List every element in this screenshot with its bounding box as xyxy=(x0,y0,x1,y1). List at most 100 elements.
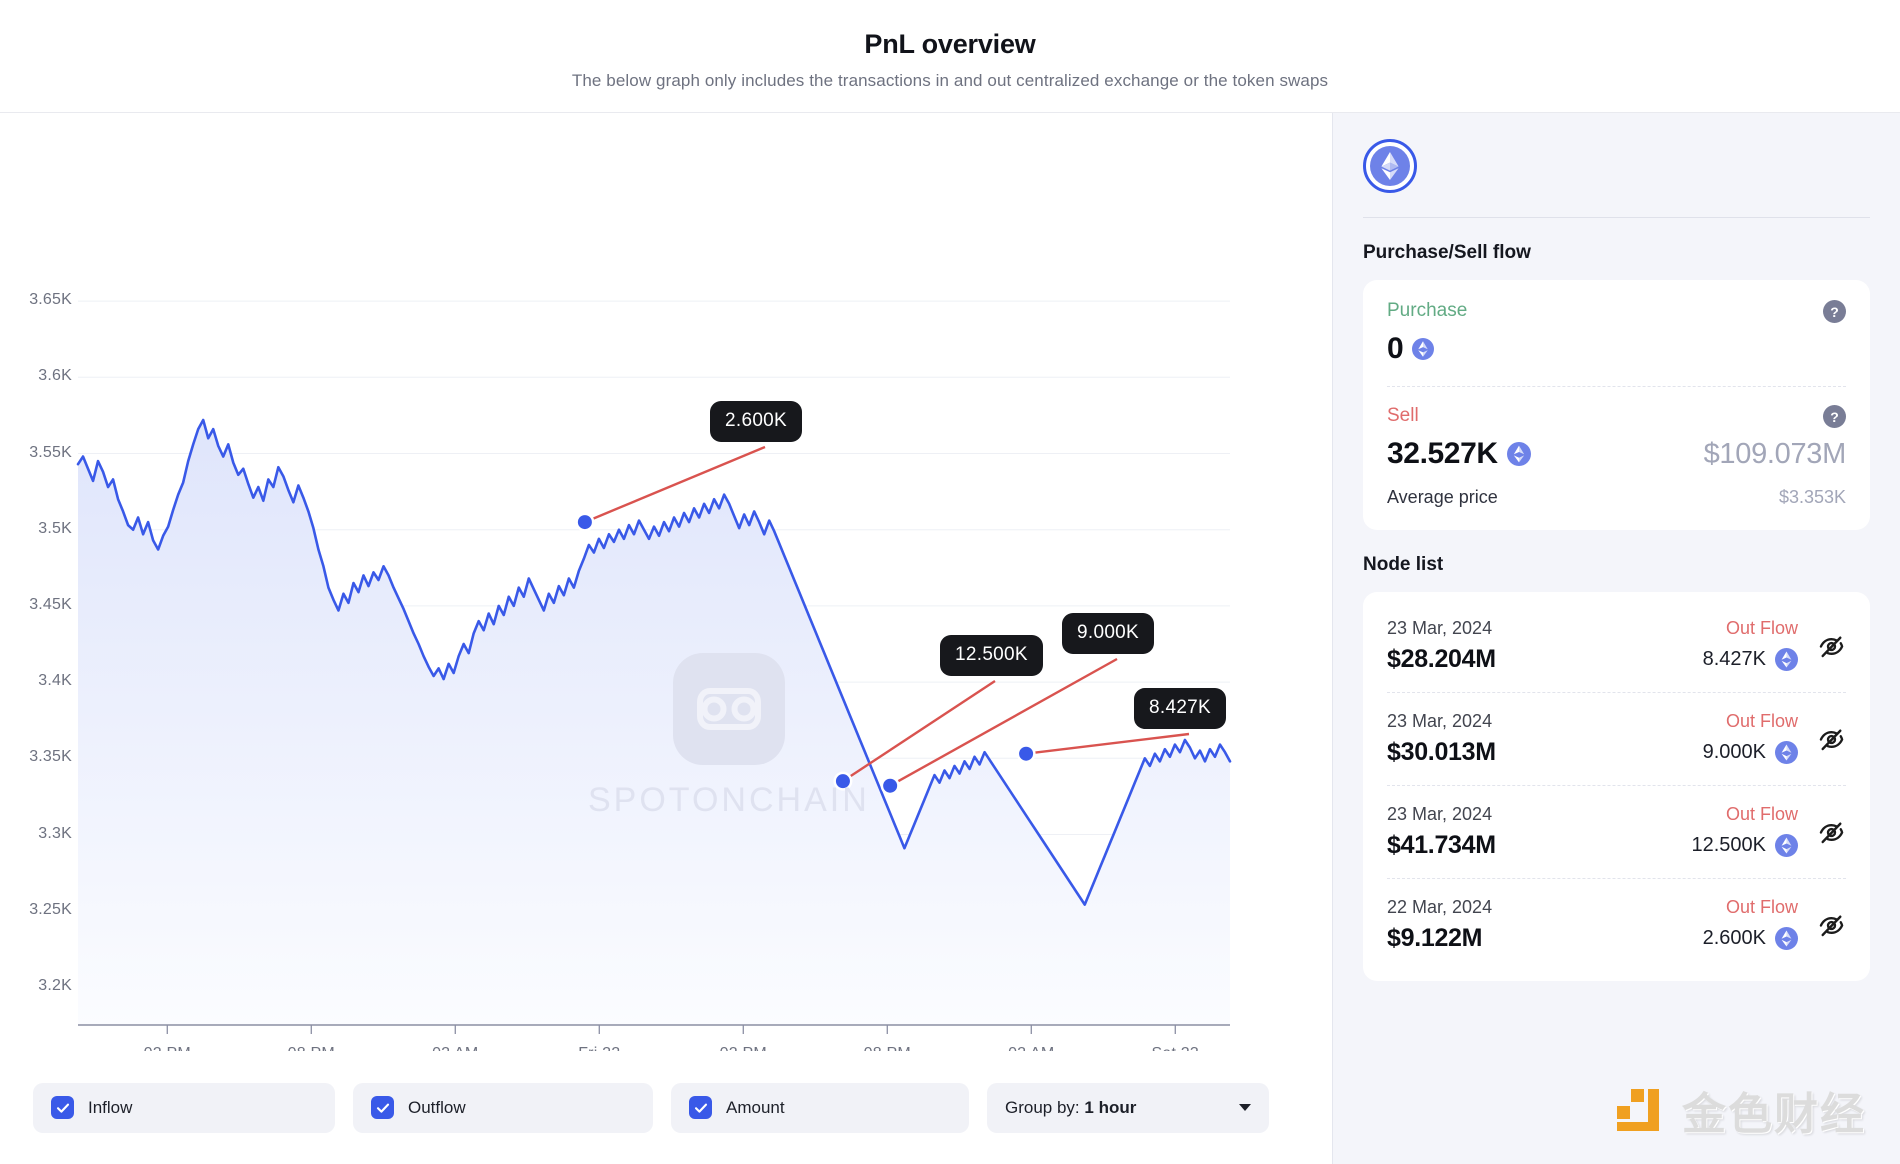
y-axis-tick-label: 3.25K xyxy=(29,900,72,918)
node-item-bottom: $9.122M 2.600K xyxy=(1387,924,1846,953)
ethereum-icon xyxy=(1506,442,1531,466)
ethereum-icon xyxy=(1775,648,1798,671)
node-item-flow-type: Out Flow xyxy=(1725,804,1798,824)
group-by-prefix: Group by: xyxy=(1005,1097,1080,1117)
node-item-usd-value: $30.013M xyxy=(1387,738,1496,766)
node-item-token-amount: 12.500K xyxy=(1691,834,1766,856)
node-item-bottom: $41.734M 12.500K xyxy=(1387,831,1846,860)
sell-label: Sell xyxy=(1387,405,1419,426)
check-icon[interactable] xyxy=(689,1096,712,1119)
purchase-amount: 0 xyxy=(1387,332,1404,365)
node-item-flow-type: Out Flow xyxy=(1725,618,1798,638)
node-item-top: 23 Mar, 2024 Out Flow xyxy=(1387,618,1846,639)
ethereum-icon-svg xyxy=(1370,146,1410,186)
purchase-help-icon[interactable]: ? xyxy=(1823,300,1846,323)
node-item-amount-group: 9.000K xyxy=(1703,741,1798,764)
check-icon[interactable] xyxy=(51,1096,74,1119)
jinse-brand-logo: 金色财经 xyxy=(1612,1078,1866,1142)
node-item-bottom: $28.204M 8.427K xyxy=(1387,645,1846,674)
toggle-visibility-button[interactable] xyxy=(1816,817,1846,847)
node-list-item[interactable]: 23 Mar, 2024 Out Flow $30.013M 9.000K xyxy=(1387,692,1846,785)
purchase-label: Purchase xyxy=(1387,300,1468,321)
node-item-date: 23 Mar, 2024 xyxy=(1387,618,1493,638)
toggle-visibility-button[interactable] xyxy=(1816,724,1846,754)
chevron-down-icon[interactable] xyxy=(1239,1104,1251,1111)
node-item-amount-group: 2.600K xyxy=(1703,927,1798,950)
toggle-visibility-button[interactable] xyxy=(1816,631,1846,661)
chart-annotation-label: 8.427K xyxy=(1134,688,1227,729)
y-axis-tick-label: 3.5K xyxy=(38,519,72,537)
node-item-top: 22 Mar, 2024 Out Flow xyxy=(1387,897,1846,918)
node-item-usd-value: $28.204M xyxy=(1387,645,1496,673)
average-price-label: Average price xyxy=(1387,487,1498,507)
outflow-label: Outflow xyxy=(408,1097,466,1117)
data-point-marker[interactable] xyxy=(577,515,592,530)
y-axis-tick-label: 3.4K xyxy=(38,672,72,690)
ethereum-icon xyxy=(1412,338,1435,360)
sell-head-row: Sell ? xyxy=(1387,405,1846,428)
data-point-marker[interactable] xyxy=(883,778,898,793)
y-axis-tick-label: 3.45K xyxy=(29,595,72,613)
data-point-marker[interactable] xyxy=(835,774,850,789)
ethereum-icon xyxy=(1775,927,1798,950)
node-item-date: 22 Mar, 2024 xyxy=(1387,897,1493,917)
node-item-amount-group: 12.500K xyxy=(1691,834,1798,857)
sell-usd: $109.073M xyxy=(1703,437,1847,470)
node-item-token-amount: 8.427K xyxy=(1702,648,1766,670)
inflow-label: Inflow xyxy=(88,1097,133,1117)
y-axis-tick-label: 3.2K xyxy=(38,976,72,994)
purchase-amount-group: 0 xyxy=(1387,332,1435,366)
node-item-flow-type: Out Flow xyxy=(1725,897,1798,917)
eye-off-icon[interactable] xyxy=(1818,633,1845,660)
chart-annotation-label: 9.000K xyxy=(1062,613,1155,654)
x-axis-tick-marks xyxy=(166,1025,1176,1034)
node-item-amount-group: 8.427K xyxy=(1703,648,1798,671)
jinse-brand-text: 金色财经 xyxy=(1682,1090,1866,1139)
sell-amount-row: 32.527K $109.073M xyxy=(1387,437,1846,471)
purchase-amount-row: 0 xyxy=(1387,332,1846,366)
price-chart[interactable] xyxy=(0,113,1332,1051)
sidebar-divider xyxy=(1363,217,1870,218)
node-item-bottom: $30.013M 9.000K xyxy=(1387,738,1846,767)
check-icon[interactable] xyxy=(371,1096,394,1119)
ethereum-icon[interactable] xyxy=(1363,139,1417,193)
chart-annotation-label: 12.500K xyxy=(940,635,1043,676)
node-list-item[interactable]: 22 Mar, 2024 Out Flow $9.122M 2.600K xyxy=(1387,878,1846,971)
purchase-sell-card: Purchase ? 0 Sell ? 32.527K $109.073M Av… xyxy=(1363,280,1870,530)
node-list-item[interactable]: 23 Mar, 2024 Out Flow $28.204M 8.427K xyxy=(1387,600,1846,692)
node-item-date: 23 Mar, 2024 xyxy=(1387,804,1493,824)
inflow-checkbox-chip[interactable]: Inflow xyxy=(33,1082,335,1133)
eye-off-icon[interactable] xyxy=(1818,819,1845,846)
page-title: PnL overview xyxy=(864,29,1036,59)
node-item-usd-value: $41.734M xyxy=(1387,831,1496,859)
y-axis-tick-label: 3.3K xyxy=(38,824,72,842)
data-point-marker[interactable] xyxy=(1019,746,1034,761)
node-list-title: Node list xyxy=(1363,554,1444,575)
flow-card-divider xyxy=(1387,386,1846,387)
y-axis-tick-label: 3.6K xyxy=(38,367,72,385)
ethereum-icon xyxy=(1775,834,1798,857)
sell-help-icon[interactable]: ? xyxy=(1823,405,1846,428)
y-axis-tick-label: 3.65K xyxy=(29,291,72,309)
node-item-top: 23 Mar, 2024 Out Flow xyxy=(1387,711,1846,732)
annotation-leader-line xyxy=(889,657,1118,787)
chart-area xyxy=(78,419,1230,1026)
sell-amount: 32.527K xyxy=(1387,437,1498,470)
node-item-top: 23 Mar, 2024 Out Flow xyxy=(1387,804,1846,825)
node-list-item[interactable]: 23 Mar, 2024 Out Flow $41.734M 12.500K xyxy=(1387,785,1846,878)
amount-checkbox-chip[interactable]: Amount xyxy=(671,1082,969,1133)
group-by-dropdown[interactable]: Group by: 1 hour xyxy=(987,1082,1269,1133)
outflow-checkbox-chip[interactable]: Outflow xyxy=(353,1082,653,1133)
y-axis-tick-label: 3.55K xyxy=(29,443,72,461)
page-subtitle: The below graph only includes the transa… xyxy=(571,71,1329,90)
sell-amount-group: 32.527K xyxy=(1387,437,1531,471)
eye-off-icon[interactable] xyxy=(1818,912,1845,939)
node-item-usd-value: $9.122M xyxy=(1387,924,1483,952)
y-axis-tick-label: 3.35K xyxy=(29,748,72,766)
toggle-visibility-button[interactable] xyxy=(1816,910,1846,940)
purchase-sell-title: Purchase/Sell flow xyxy=(1363,242,1531,263)
ethereum-icon xyxy=(1775,741,1798,764)
jinse-logo-mark-icon xyxy=(1617,1089,1659,1131)
average-price-row: Average price $3.353K xyxy=(1387,487,1846,508)
eye-off-icon[interactable] xyxy=(1818,726,1845,753)
